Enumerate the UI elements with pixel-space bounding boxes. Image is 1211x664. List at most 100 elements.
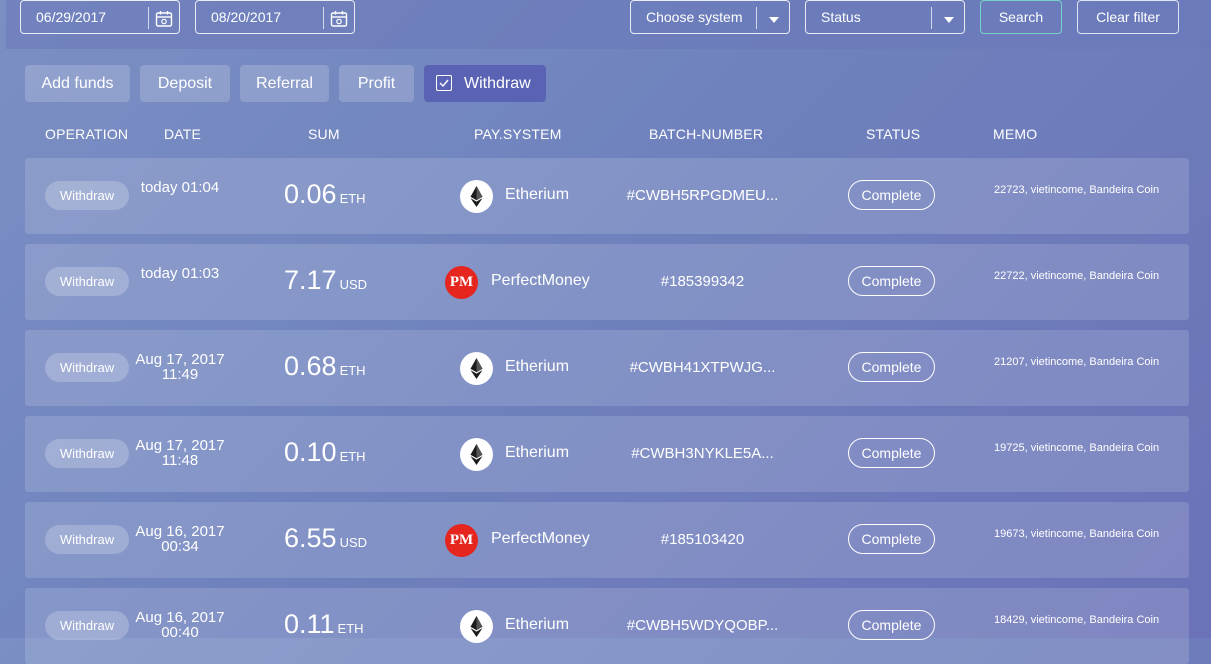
row-date-time: 00:34	[161, 538, 199, 555]
row-date: Aug 16, 2017 00:40	[135, 610, 225, 640]
table-row: Withdraw Aug 16, 2017 00:40 0.11 ETH Ether…	[25, 588, 1189, 664]
status-badge: Complete	[848, 180, 935, 210]
status-badge: Complete	[848, 438, 935, 468]
row-date-time: 11:49	[161, 366, 199, 383]
row-amount: 0.06	[284, 179, 337, 209]
tab-withdraw-label: Withdraw	[464, 75, 531, 92]
status-badge: Complete	[848, 610, 935, 640]
column-header-operation: OPERATION	[45, 126, 129, 142]
table-row: Withdraw today 01:04 0.06 ETH Etherium #C…	[25, 158, 1189, 234]
row-sum: 7.17 USD	[284, 265, 367, 296]
calendar-icon[interactable]	[154, 8, 174, 28]
row-sum: 0.10 ETH	[284, 437, 366, 468]
row-memo: 19725, vietincome, Bandeira Coin	[994, 442, 1160, 454]
batch-number: #CWBH41XTPWJG...	[629, 359, 776, 376]
table-row: Withdraw today 01:03 7.17 USD PM PerfectM…	[25, 244, 1189, 320]
row-currency: ETH	[339, 363, 366, 378]
clear-filter-button[interactable]: Clear filter	[1077, 0, 1179, 34]
row-sum: 0.11 ETH	[284, 609, 364, 640]
row-amount: 6.55	[284, 523, 337, 553]
date-from-value: 06/29/2017	[36, 9, 107, 25]
ethereum-icon	[460, 352, 493, 385]
pay-system-name: Etherium	[505, 186, 570, 203]
row-memo: 19673, vietincome, Bandeira Coin	[994, 528, 1160, 540]
column-header-date: DATE	[164, 126, 202, 142]
column-header-batch-number: BATCH-NUMBER	[649, 126, 764, 142]
search-button[interactable]: Search	[980, 0, 1062, 34]
column-header-memo: MEMO	[993, 126, 1038, 142]
row-amount: 0.10	[284, 437, 337, 467]
row-date-day: Aug 16, 2017	[135, 609, 225, 626]
tab-withdraw[interactable]: Withdraw	[424, 65, 546, 102]
tab-referral[interactable]: Referral	[240, 65, 329, 102]
operation-badge: Withdraw	[45, 611, 129, 640]
perfectmoney-icon-text: PM	[449, 274, 474, 290]
field-divider	[323, 7, 324, 29]
row-date-time: 11:48	[161, 452, 199, 469]
table-row: Withdraw Aug 17, 2017 11:48 0.10 ETH Ether…	[25, 416, 1189, 492]
tab-deposit[interactable]: Deposit	[140, 65, 230, 102]
ethereum-icon	[460, 438, 493, 471]
tab-add-funds[interactable]: Add funds	[25, 65, 130, 102]
row-currency: ETH	[339, 191, 366, 206]
filter-bar: 06/29/2017 08/20/2017 Choose system Stat…	[6, 0, 1211, 49]
perfectmoney-icon: PM	[445, 266, 478, 299]
chevron-down-icon	[764, 8, 784, 28]
row-sum: 0.68 ETH	[284, 351, 366, 382]
batch-number: #CWBH5RPGDMEU...	[626, 187, 779, 204]
status-badge: Complete	[848, 352, 935, 382]
perfectmoney-icon-text: PM	[449, 532, 474, 548]
row-date: Aug 17, 2017 11:48	[135, 438, 225, 468]
row-currency: USD	[339, 535, 368, 550]
system-select[interactable]: Choose system	[630, 0, 790, 34]
calendar-icon[interactable]	[329, 8, 349, 28]
table-row: Withdraw Aug 17, 2017 11:49 0.68 ETH Ether…	[25, 330, 1189, 406]
ethereum-icon	[460, 180, 493, 213]
pay-system-name: PerfectMoney	[491, 272, 590, 289]
row-date-day: today 01:03	[140, 265, 220, 282]
row-sum: 6.55 USD	[284, 523, 367, 554]
date-from-field[interactable]: 06/29/2017	[20, 0, 180, 34]
column-header-sum: SUM	[308, 126, 340, 142]
batch-number: #185103420	[660, 531, 745, 548]
tab-profit[interactable]: Profit	[339, 65, 414, 102]
row-currency: USD	[339, 277, 368, 292]
pay-system-name: Etherium	[505, 616, 570, 633]
column-header-pay-system: PAY.SYSTEM	[474, 126, 562, 142]
table-row: Withdraw Aug 16, 2017 00:34 6.55 USD PM Pe…	[25, 502, 1189, 578]
row-amount: 0.68	[284, 351, 337, 381]
checkbox-checked-icon	[436, 75, 452, 91]
chevron-down-icon	[939, 8, 959, 28]
ethereum-icon	[460, 610, 493, 643]
batch-number: #CWBH5WDYQOBP...	[626, 617, 779, 634]
perfectmoney-icon: PM	[445, 524, 478, 557]
row-date-day: Aug 16, 2017	[135, 523, 225, 540]
row-sum: 0.06 ETH	[284, 179, 366, 210]
date-to-field[interactable]: 08/20/2017	[195, 0, 355, 34]
row-date: today 01:03	[135, 266, 225, 281]
row-memo: 22723, vietincome, Bandeira Coin	[994, 184, 1160, 196]
row-date-day: Aug 17, 2017	[135, 437, 225, 454]
batch-number: #185399342	[660, 273, 745, 290]
operation-badge: Withdraw	[45, 439, 129, 468]
system-select-label: Choose system	[646, 9, 743, 25]
status-select[interactable]: Status	[805, 0, 965, 34]
row-date: Aug 17, 2017 11:49	[135, 352, 225, 382]
field-divider	[931, 7, 932, 29]
status-badge: Complete	[848, 524, 935, 554]
row-date-day: today 01:04	[140, 179, 220, 196]
row-memo: 21207, vietincome, Bandeira Coin	[994, 356, 1160, 368]
date-to-value: 08/20/2017	[211, 9, 282, 25]
row-date: Aug 16, 2017 00:34	[135, 524, 225, 554]
row-currency: ETH	[337, 621, 364, 636]
pay-system-name: Etherium	[505, 444, 570, 461]
status-badge: Complete	[848, 266, 935, 296]
pay-system-name: PerfectMoney	[491, 530, 590, 547]
row-date-day: Aug 17, 2017	[135, 351, 225, 368]
row-memo: 22722, vietincome, Bandeira Coin	[994, 270, 1160, 282]
field-divider	[756, 7, 757, 29]
row-amount: 0.11	[284, 609, 335, 639]
pay-system-name: Etherium	[505, 358, 570, 375]
row-date: today 01:04	[135, 180, 225, 195]
operation-badge: Withdraw	[45, 525, 129, 554]
